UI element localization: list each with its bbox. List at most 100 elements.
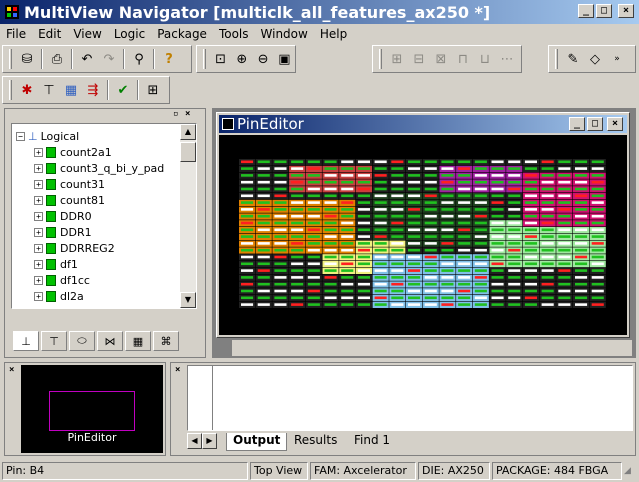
package-pin[interactable] xyxy=(406,227,423,234)
package-pin[interactable] xyxy=(439,261,456,268)
package-pin[interactable] xyxy=(339,240,356,247)
package-pin[interactable] xyxy=(589,261,606,268)
package-pin[interactable] xyxy=(506,186,523,193)
package-pin[interactable] xyxy=(522,193,539,200)
package-pin[interactable] xyxy=(573,165,590,172)
package-pin[interactable] xyxy=(339,193,356,200)
package-pin[interactable] xyxy=(355,165,372,172)
package-pin[interactable] xyxy=(556,213,573,220)
package-pin[interactable] xyxy=(439,186,456,193)
package-pin[interactable] xyxy=(239,179,256,186)
undo-icon[interactable]: ↶ xyxy=(76,48,98,70)
package-pin[interactable] xyxy=(305,213,322,220)
tree-item[interactable]: + DDRREG2 xyxy=(34,240,115,256)
pencil-icon[interactable]: ✎ xyxy=(562,48,584,70)
package-pin[interactable] xyxy=(355,213,372,220)
package-pin[interactable] xyxy=(339,247,356,254)
expand-icon[interactable]: + xyxy=(34,211,43,221)
package-pin[interactable] xyxy=(472,233,489,240)
package-pin[interactable] xyxy=(506,199,523,206)
package-pin[interactable] xyxy=(406,193,423,200)
package-pin[interactable] xyxy=(255,288,272,295)
package-pin[interactable] xyxy=(539,281,556,288)
package-pin[interactable] xyxy=(355,199,372,206)
close-button[interactable]: × xyxy=(618,4,634,18)
package-pin[interactable] xyxy=(472,206,489,213)
package-pin[interactable] xyxy=(539,172,556,179)
package-pin[interactable] xyxy=(372,267,389,274)
package-pin[interactable] xyxy=(372,165,389,172)
package-pin[interactable] xyxy=(389,301,406,308)
package-pin[interactable] xyxy=(489,301,506,308)
package-pin[interactable] xyxy=(573,227,590,234)
package-pin[interactable] xyxy=(589,295,606,302)
package-pin[interactable] xyxy=(539,165,556,172)
package-pin[interactable] xyxy=(322,227,339,234)
find-binoculars-icon[interactable]: ⚲ xyxy=(128,48,150,70)
zoom-fit-icon[interactable]: ▣ xyxy=(274,48,295,70)
package-pin[interactable] xyxy=(355,233,372,240)
package-pin[interactable] xyxy=(589,233,606,240)
package-pin[interactable] xyxy=(506,288,523,295)
package-pin[interactable] xyxy=(406,179,423,186)
package-pin[interactable] xyxy=(573,172,590,179)
package-pin[interactable] xyxy=(389,267,406,274)
package-pin[interactable] xyxy=(556,301,573,308)
tree-item[interactable]: + count2a1 xyxy=(34,144,112,160)
package-pin[interactable] xyxy=(422,172,439,179)
package-pin[interactable] xyxy=(272,179,289,186)
package-pin[interactable] xyxy=(556,159,573,166)
package-pin[interactable] xyxy=(339,206,356,213)
package-pin[interactable] xyxy=(406,261,423,268)
tree-item[interactable]: + DDR0 xyxy=(34,208,92,224)
tab-results[interactable]: Results xyxy=(288,433,343,451)
preview-canvas[interactable]: PinEditor xyxy=(21,365,163,453)
package-pin[interactable] xyxy=(322,213,339,220)
package-pin[interactable] xyxy=(339,165,356,172)
package-pin[interactable] xyxy=(305,206,322,213)
package-pin[interactable] xyxy=(506,233,523,240)
scroll-up-icon[interactable]: ▲ xyxy=(180,124,196,140)
package-pin[interactable] xyxy=(255,172,272,179)
package-pin[interactable] xyxy=(305,199,322,206)
package-pin[interactable] xyxy=(389,247,406,254)
package-pin[interactable] xyxy=(272,247,289,254)
package-pin[interactable] xyxy=(372,295,389,302)
package-pin[interactable] xyxy=(573,301,590,308)
package-pin[interactable] xyxy=(355,179,372,186)
package-pin[interactable] xyxy=(539,288,556,295)
package-pin[interactable] xyxy=(422,193,439,200)
package-pin[interactable] xyxy=(589,213,606,220)
menu-package[interactable]: Package xyxy=(151,27,213,41)
package-pin[interactable] xyxy=(372,247,389,254)
package-pin[interactable] xyxy=(472,295,489,302)
package-pin[interactable] xyxy=(339,220,356,227)
toolbar-grip[interactable] xyxy=(379,49,382,69)
package-pin[interactable] xyxy=(305,288,322,295)
expand-icon[interactable]: + xyxy=(34,259,43,269)
package-pin[interactable] xyxy=(272,233,289,240)
package-pin[interactable] xyxy=(522,227,539,234)
help-icon[interactable]: ? xyxy=(158,48,180,70)
package-pin[interactable] xyxy=(439,301,456,308)
package-pin[interactable] xyxy=(573,186,590,193)
pin-editor-canvas[interactable] xyxy=(219,135,627,335)
package-pin[interactable] xyxy=(289,172,306,179)
package-pin[interactable] xyxy=(522,254,539,261)
package-pin[interactable] xyxy=(456,186,473,193)
tree-item[interactable]: + DDR1 xyxy=(34,224,92,240)
package-pin[interactable] xyxy=(322,165,339,172)
package-pin[interactable] xyxy=(406,254,423,261)
package-pin[interactable] xyxy=(322,247,339,254)
package-pin[interactable] xyxy=(506,172,523,179)
package-pin[interactable] xyxy=(539,193,556,200)
package-pin[interactable] xyxy=(406,240,423,247)
package-pin[interactable] xyxy=(506,220,523,227)
package-pin[interactable] xyxy=(239,165,256,172)
package-pin[interactable] xyxy=(355,281,372,288)
package-pin[interactable] xyxy=(272,206,289,213)
package-pin[interactable] xyxy=(472,240,489,247)
package-pin[interactable] xyxy=(239,288,256,295)
package-pin[interactable] xyxy=(522,233,539,240)
package-pin[interactable] xyxy=(255,193,272,200)
